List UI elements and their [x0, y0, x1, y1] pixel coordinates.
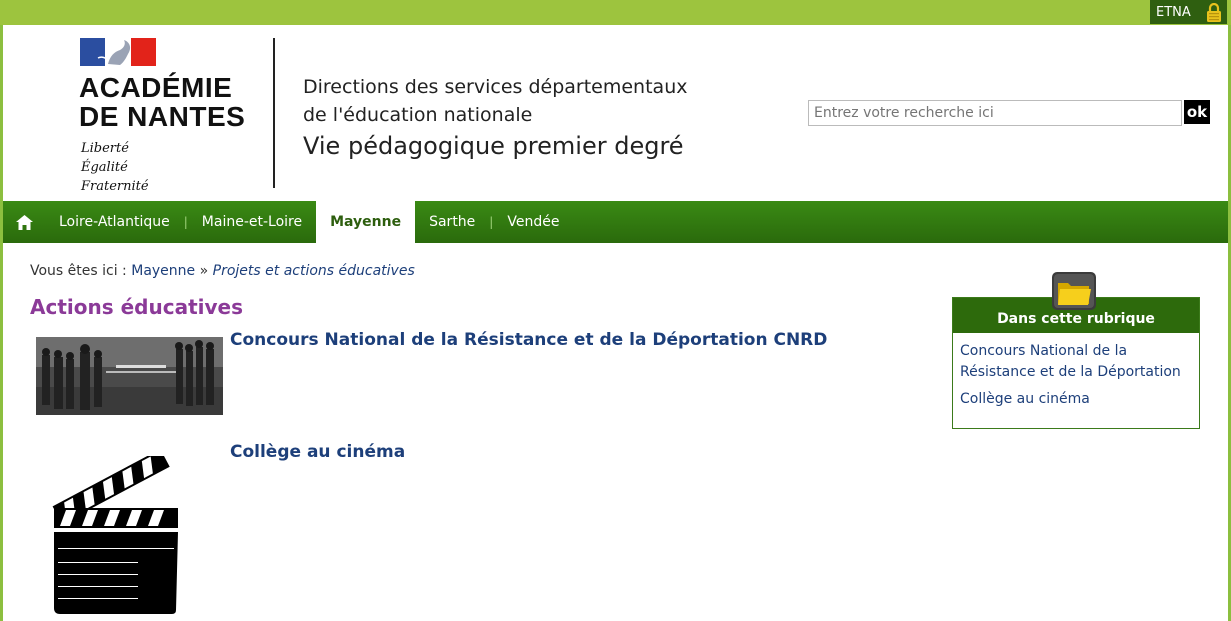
etna-link[interactable]: ETNA	[1150, 0, 1227, 24]
site-title-line3: Vie pédagogique premier degré	[303, 132, 684, 160]
search-submit-button[interactable]: ok	[1184, 100, 1210, 124]
home-icon	[15, 214, 33, 230]
page-title: Actions éducatives	[30, 295, 243, 319]
breadcrumb-link-mayenne[interactable]: Mayenne	[131, 263, 195, 279]
marianne-logo-icon[interactable]	[80, 38, 156, 66]
motto-liberte: Liberté	[81, 141, 129, 156]
sidebar-links: Concours National de la Résistance et de…	[953, 333, 1199, 424]
site-header: ACADÉMIE DE NANTES Liberté Égalité Frate…	[3, 25, 1228, 201]
lock-icon	[1207, 3, 1221, 22]
academie-logo-title: ACADÉMIE DE NANTES	[79, 73, 245, 131]
cnrd-thumbnail-image[interactable]	[36, 337, 223, 415]
etna-label: ETNA	[1156, 4, 1191, 20]
breadcrumb-current: Projets et actions éducatives	[212, 263, 415, 279]
folder-icon	[1052, 272, 1096, 310]
site-title[interactable]: Directions des services départementaux d…	[303, 73, 687, 163]
article-title-link[interactable]: Collège au cinéma	[230, 442, 405, 462]
site-title-line1: Directions des services départementaux	[303, 76, 688, 98]
main-navigation: Loire-Atlantique | Maine-et-Loire Mayenn…	[3, 201, 1228, 243]
search-form: ok	[808, 100, 1210, 126]
nav-item-vendee[interactable]: Vendée	[493, 201, 573, 243]
breadcrumb-prefix: Vous êtes ici :	[30, 263, 127, 279]
logo-title-line2: DE NANTES	[79, 101, 246, 132]
nav-item-sarthe[interactable]: Sarthe	[415, 201, 489, 243]
rubrique-sidebar: Dans cette rubrique Concours National de…	[952, 297, 1200, 429]
site-title-line2: de l'éducation nationale	[303, 104, 533, 126]
breadcrumb-separator: »	[199, 263, 209, 279]
search-input[interactable]	[808, 100, 1182, 126]
nav-item-loire-atlantique[interactable]: Loire-Atlantique	[45, 201, 184, 243]
breadcrumb: Vous êtes ici : Mayenne » Projets et act…	[30, 263, 415, 279]
logo-title-line1: ACADÉMIE	[79, 72, 233, 103]
clapperboard-image[interactable]	[50, 456, 180, 616]
motto-fraternite: Fraternité	[81, 179, 149, 194]
header-divider	[273, 38, 275, 188]
top-bar: ETNA	[0, 0, 1231, 25]
republic-motto: Liberté Égalité Fraternité	[81, 139, 149, 196]
motto-egalite: Égalité	[81, 160, 128, 175]
home-link[interactable]	[3, 201, 45, 243]
nav-item-maine-et-loire[interactable]: Maine-et-Loire	[188, 201, 316, 243]
sidebar-link-college-au-cinema[interactable]: Collège au cinéma	[960, 389, 1192, 410]
article-title-link[interactable]: Concours National de la Résistance et de…	[230, 330, 827, 350]
nav-item-mayenne[interactable]: Mayenne	[316, 201, 416, 243]
sidebar-link-cnrd[interactable]: Concours National de la Résistance et de…	[960, 341, 1192, 383]
